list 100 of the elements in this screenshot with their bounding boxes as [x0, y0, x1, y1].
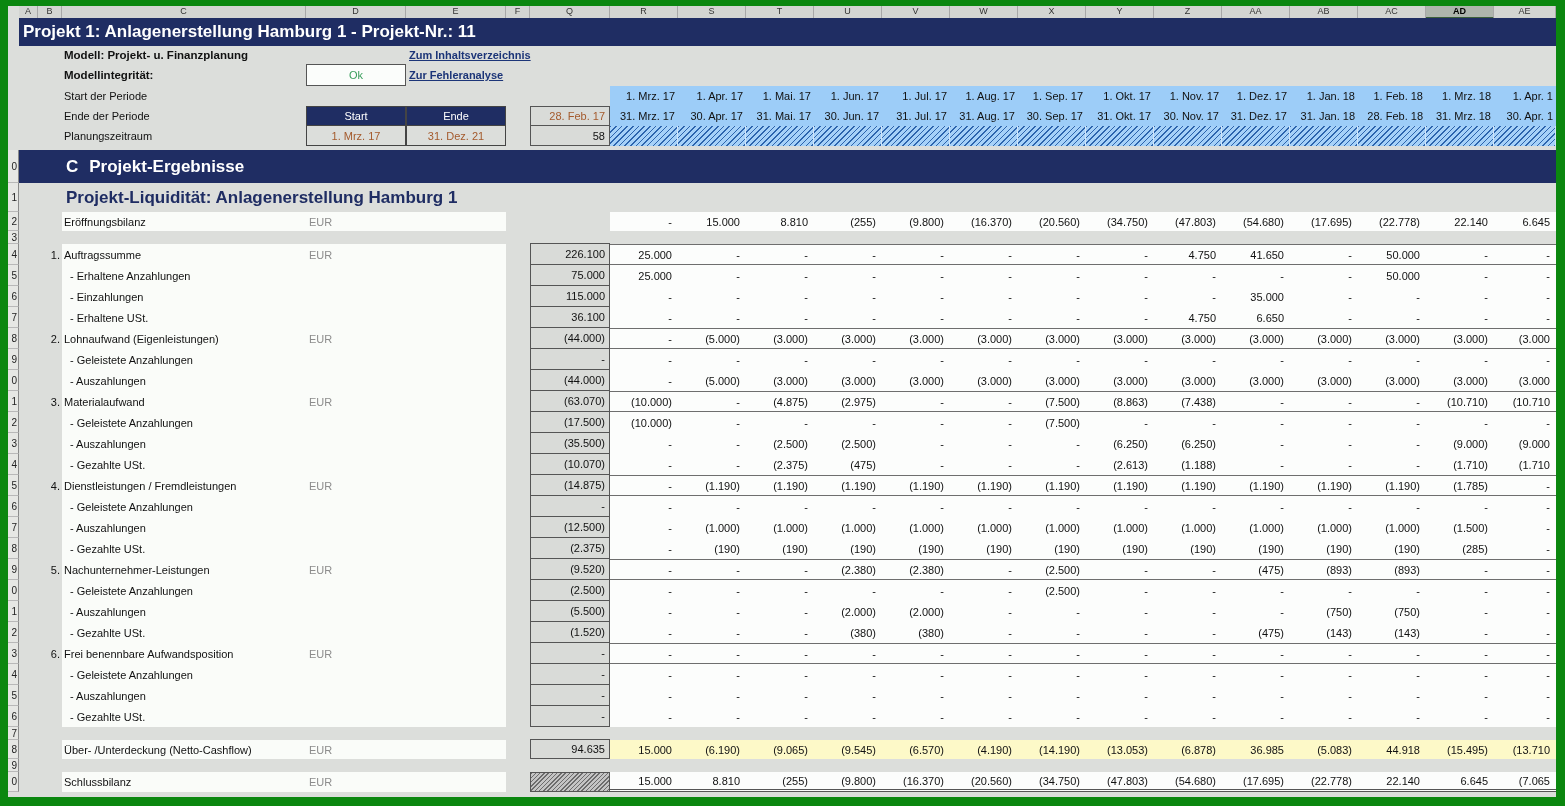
row-number[interactable]: 9: [8, 349, 19, 370]
row-number[interactable]: 6: [8, 286, 19, 307]
hatched-fill: [1426, 126, 1494, 146]
value-cell: -: [1086, 244, 1154, 265]
value-cell: -: [1494, 496, 1556, 517]
value-cell: (20.560): [1018, 212, 1086, 231]
value-cell: 44.918: [1358, 740, 1426, 759]
row-number[interactable]: 5: [8, 265, 19, 286]
value-cell: (750): [1290, 601, 1358, 622]
value-cell: (475): [1222, 559, 1290, 580]
row-number[interactable]: 1: [8, 391, 19, 412]
hatched-fill: [950, 126, 1018, 146]
row-number[interactable]: 2: [8, 412, 19, 433]
row-number[interactable]: 0: [8, 370, 19, 391]
value-cell: (3.000): [1426, 328, 1494, 349]
row-number[interactable]: 3: [8, 433, 19, 454]
value-cell: -: [1426, 286, 1494, 307]
value-cell: (3.000): [1018, 370, 1086, 391]
row-number[interactable]: 0: [8, 772, 19, 792]
row-number[interactable]: 9: [8, 559, 19, 580]
row-number[interactable]: 9: [8, 759, 19, 772]
value-cell: -: [1018, 601, 1086, 622]
value-cell: -: [950, 580, 1018, 601]
period-start-date: 1. Mai. 17: [746, 86, 814, 106]
value-cell: (22.778): [1290, 772, 1358, 792]
total-cell: -: [530, 663, 610, 685]
value-cell: -: [1290, 664, 1358, 685]
value-cell: (1.000): [1358, 517, 1426, 538]
value-cell: -: [1426, 580, 1494, 601]
value-cell: (6.878): [1154, 740, 1222, 759]
value-cell: -: [678, 307, 746, 328]
row-number[interactable]: 2: [8, 622, 19, 643]
row-number[interactable]: 6: [8, 496, 19, 517]
contents-link[interactable]: Zum Inhaltsverzeichnis: [409, 49, 531, 61]
row-number[interactable]: 4: [8, 454, 19, 475]
value-cell: (143): [1290, 622, 1358, 643]
total-cell: (2.375): [530, 537, 610, 559]
row-number[interactable]: 0: [8, 580, 19, 601]
unit-label: EUR: [308, 332, 333, 345]
value-cell: -: [1358, 391, 1426, 412]
value-cell: (3.000: [1494, 370, 1556, 391]
value-cell: -: [1154, 286, 1222, 307]
value-cell: -: [1086, 265, 1154, 286]
row-number[interactable]: 3: [8, 231, 19, 244]
value-cell: -: [678, 643, 746, 664]
row-number[interactable]: 8: [8, 740, 19, 759]
value-cell: -: [1494, 559, 1556, 580]
row-number[interactable]: 2: [8, 212, 19, 231]
row-number[interactable]: 5: [8, 475, 19, 496]
period-end-label: Ende der Periode: [63, 110, 151, 122]
value-cell: -: [950, 601, 1018, 622]
row-number[interactable]: 4: [8, 664, 19, 685]
row-number[interactable]: 7: [8, 517, 19, 538]
item-number: 4.: [50, 479, 61, 492]
value-cell: -: [746, 706, 814, 727]
row-label: - Erhaltene USt.: [69, 311, 149, 324]
value-cell: 6.650: [1222, 307, 1290, 328]
value-cell: -: [1086, 349, 1154, 370]
value-cell: -: [678, 580, 746, 601]
hatched-fill: [1222, 126, 1290, 146]
value-cell: 22.140: [1426, 212, 1494, 231]
value-cell: 4.750: [1154, 244, 1222, 265]
value-cell: (3.000): [746, 370, 814, 391]
row-number[interactable]: 6: [8, 706, 19, 727]
row-number[interactable]: 7: [8, 727, 19, 740]
value-cell: -: [1290, 244, 1358, 265]
row-number[interactable]: 7: [8, 307, 19, 328]
row-number[interactable]: 0: [8, 150, 19, 183]
value-cell: -: [882, 412, 950, 433]
value-cell: 25.000: [610, 265, 678, 286]
value-cell: (5.000): [678, 370, 746, 391]
value-cell: -: [1154, 685, 1222, 706]
row-number[interactable]: 8: [8, 328, 19, 349]
value-cell: -: [882, 349, 950, 370]
integrity-label: Modellintegrität:: [63, 69, 155, 81]
value-cell: (4.875): [746, 391, 814, 412]
row-number[interactable]: 1: [8, 601, 19, 622]
value-cell: -: [746, 307, 814, 328]
value-cell: -: [1222, 433, 1290, 454]
unit-label: EUR: [308, 395, 333, 408]
value-cell: (1.190): [1086, 475, 1154, 496]
value-cell: (3.000): [1358, 370, 1426, 391]
value-cell: (9.800): [814, 772, 882, 792]
value-cell: (13.053): [1086, 740, 1154, 759]
row-label: - Geleistete Anzahlungen: [69, 416, 193, 429]
value-cell: -: [746, 622, 814, 643]
value-cell: -: [678, 391, 746, 412]
value-cell: -: [1086, 559, 1154, 580]
row-number[interactable]: 3: [8, 643, 19, 664]
row-number[interactable]: 1: [8, 183, 19, 212]
row-number[interactable]: 5: [8, 685, 19, 706]
value-cell: (3.000): [746, 328, 814, 349]
total-cell: (9.520): [530, 558, 610, 580]
row-number[interactable]: 8: [8, 538, 19, 559]
value-cell: -: [1290, 391, 1358, 412]
row-number[interactable]: 4: [8, 244, 19, 265]
value-cell: -: [1086, 496, 1154, 517]
error-analysis-link[interactable]: Zur Fehleranalyse: [409, 69, 504, 81]
value-cell: -: [678, 265, 746, 286]
value-cell: -: [1426, 559, 1494, 580]
